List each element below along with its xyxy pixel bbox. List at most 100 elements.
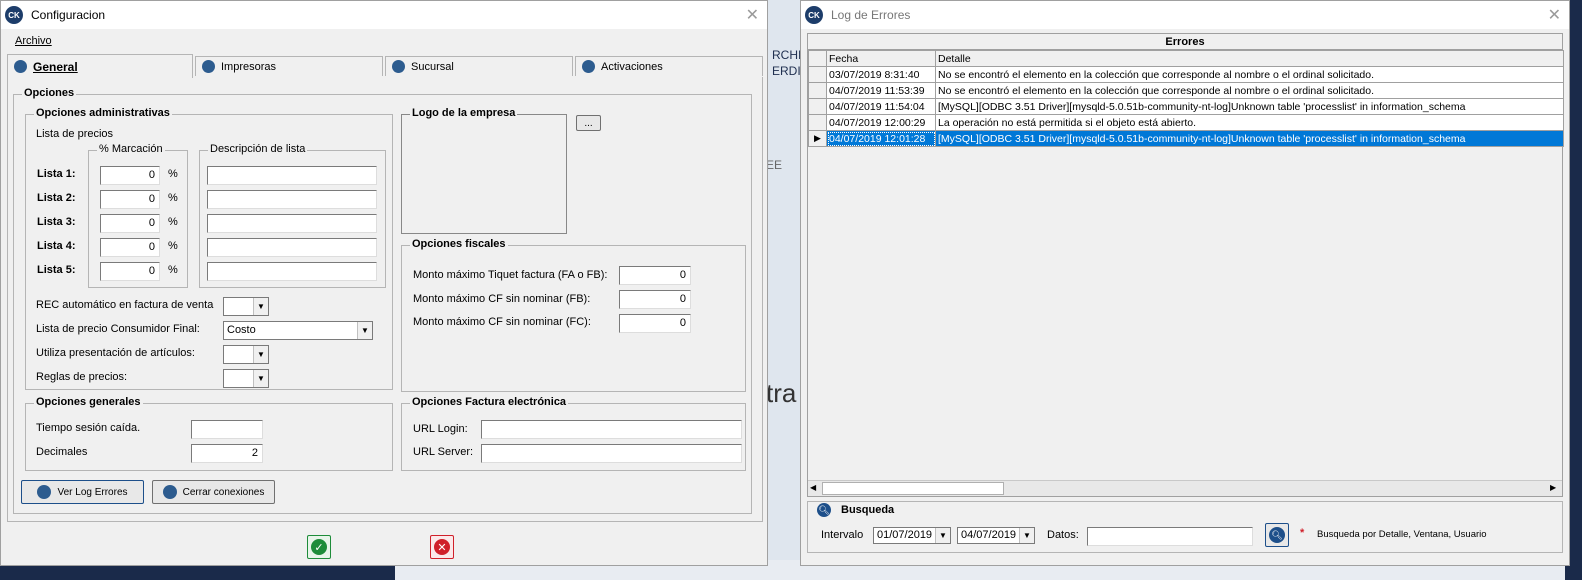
column-header-fecha[interactable]: Fecha xyxy=(826,50,936,67)
group-label: Opciones xyxy=(22,87,77,99)
tab-activaciones[interactable]: Activaciones xyxy=(575,56,763,76)
tab-label: General xyxy=(33,59,78,74)
cell-fecha: 04/07/2019 12:01:28 xyxy=(826,130,936,147)
url-login-input[interactable] xyxy=(481,420,742,439)
url-server-input[interactable] xyxy=(481,444,742,463)
app-icon: CK xyxy=(805,6,823,24)
cancel-button[interactable]: ✕ xyxy=(430,535,454,559)
log-window: CK Log de Errores ✕ Errores Fecha Detall… xyxy=(800,0,1570,566)
group-label: Opciones Factura electrónica xyxy=(410,396,569,408)
consumidor-select[interactable]: Costo ▼ xyxy=(223,321,373,340)
datos-input[interactable] xyxy=(1087,527,1253,546)
lista2-marcacion-input[interactable]: 0 xyxy=(100,190,160,209)
lista2-label: Lista 2: xyxy=(37,192,76,204)
cell-detalle: No se encontró el elemento en la colecci… xyxy=(935,66,1564,83)
rec-select[interactable]: ▼ xyxy=(223,297,269,316)
lista5-desc-input[interactable] xyxy=(207,262,377,281)
lista4-label: Lista 4: xyxy=(37,240,76,252)
pct-label: % xyxy=(168,216,178,228)
scrollbar-thumb[interactable] xyxy=(822,482,1004,495)
chevron-down-icon[interactable]: ▼ xyxy=(357,322,372,339)
tab-general[interactable]: General xyxy=(7,54,193,78)
lista1-label: Lista 1: xyxy=(37,168,76,180)
check-icon: ✓ xyxy=(311,539,327,555)
monto-fb-label: Monto máximo CF sin nominar (FB): xyxy=(413,293,591,305)
row-pointer-icon: ▶ xyxy=(808,130,827,147)
menu-archivo[interactable]: Archivo xyxy=(15,35,52,47)
lista3-label: Lista 3: xyxy=(37,216,76,228)
presentacion-label: Utiliza presentación de artículos: xyxy=(36,347,195,359)
table-row[interactable]: 03/07/2019 8:31:40 No se encontró el ele… xyxy=(808,66,1564,83)
branch-icon xyxy=(392,60,405,73)
reglas-select[interactable]: ▼ xyxy=(223,369,269,388)
tiempo-input[interactable] xyxy=(191,420,263,439)
row-indicator-header xyxy=(808,50,827,67)
table-header: Fecha Detalle xyxy=(808,50,1564,67)
row-indicator xyxy=(808,82,827,99)
search-button[interactable]: 🔍︎ xyxy=(1265,523,1289,547)
column-header-detalle[interactable]: Detalle xyxy=(935,50,1564,67)
button-label: Ver Log Errores xyxy=(57,486,128,498)
table-row[interactable]: 04/07/2019 12:00:29 La operación no está… xyxy=(808,114,1564,131)
window-title: Log de Errores xyxy=(831,8,911,22)
chevron-down-icon[interactable]: ▼ xyxy=(253,370,268,387)
url-login-label: URL Login: xyxy=(413,423,468,435)
checklist-icon xyxy=(582,60,595,73)
date-value: 04/07/2019 xyxy=(961,529,1017,541)
close-icon[interactable]: ✕ xyxy=(1548,5,1561,25)
chevron-down-icon[interactable]: ▼ xyxy=(253,346,268,363)
tab-sucursal[interactable]: Sucursal xyxy=(385,56,573,76)
button-label: Cerrar conexiones xyxy=(182,486,265,498)
ver-log-errores-button[interactable]: Ver Log Errores xyxy=(21,480,144,504)
tab-impresoras[interactable]: Impresoras xyxy=(195,56,383,76)
lista4-marcacion-input[interactable]: 0 xyxy=(100,238,160,257)
fecha-hasta-picker[interactable]: 04/07/2019 ▼ xyxy=(957,527,1035,544)
presentacion-select[interactable]: ▼ xyxy=(223,345,269,364)
monto-tiquet-input[interactable]: 0 xyxy=(619,266,691,285)
errors-table: Fecha Detalle 03/07/2019 8:31:40 No se e… xyxy=(808,50,1564,147)
table-row-selected[interactable]: ▶ 04/07/2019 12:01:28 [MySQL][ODBC 3.51 … xyxy=(808,130,1564,147)
group-label: Opciones generales xyxy=(34,396,143,408)
cell-fecha: 04/07/2019 12:00:29 xyxy=(826,114,936,131)
lista4-desc-input[interactable] xyxy=(207,238,377,257)
date-value: 01/07/2019 xyxy=(877,529,933,541)
scroll-left-icon[interactable]: ◀ xyxy=(810,483,816,492)
pct-label: % xyxy=(168,168,178,180)
cell-detalle: No se encontró el elemento en la colecci… xyxy=(935,82,1564,99)
busqueda-label: Busqueda xyxy=(841,504,895,516)
lista3-desc-input[interactable] xyxy=(207,214,377,233)
rec-label: REC automático en factura de venta xyxy=(36,299,214,311)
group-label: Descripción de lista xyxy=(208,143,308,155)
errors-grid: Errores Fecha Detalle 03/07/2019 8:31:40… xyxy=(807,33,1564,497)
lista2-desc-input[interactable] xyxy=(207,190,377,209)
cerrar-conexiones-button[interactable]: Cerrar conexiones xyxy=(152,480,275,504)
decimales-input[interactable]: 2 xyxy=(191,444,263,463)
scroll-right-icon[interactable]: ▶ xyxy=(1550,483,1556,492)
chevron-down-icon[interactable]: ▼ xyxy=(253,298,268,315)
browse-logo-button[interactable]: ... xyxy=(576,115,601,131)
group-label: Logo de la empresa xyxy=(410,107,518,119)
chevron-down-icon[interactable]: ▼ xyxy=(935,528,950,543)
table-row[interactable]: 04/07/2019 11:53:39 No se encontró el el… xyxy=(808,82,1564,99)
lista1-marcacion-input[interactable]: 0 xyxy=(100,166,160,185)
horizontal-scrollbar[interactable]: ◀ ▶ xyxy=(808,480,1562,496)
grid-title: Errores xyxy=(808,34,1562,50)
ok-button[interactable]: ✓ xyxy=(307,535,331,559)
reglas-label: Reglas de precios: xyxy=(36,371,128,383)
datos-label: Datos: xyxy=(1047,529,1079,541)
monto-fb-input[interactable]: 0 xyxy=(619,290,691,309)
bg-text: EE xyxy=(766,158,783,172)
lista3-marcacion-input[interactable]: 0 xyxy=(100,214,160,233)
cell-detalle: [MySQL][ODBC 3.51 Driver][mysqld-5.0.51b… xyxy=(935,98,1564,115)
lista1-desc-input[interactable] xyxy=(207,166,377,185)
monto-fc-input[interactable]: 0 xyxy=(619,314,691,333)
lista5-marcacion-input[interactable]: 0 xyxy=(100,262,160,281)
table-row[interactable]: 04/07/2019 11:54:04 [MySQL][ODBC 3.51 Dr… xyxy=(808,98,1564,115)
disconnect-icon xyxy=(162,485,177,499)
chevron-down-icon[interactable]: ▼ xyxy=(1019,528,1034,543)
busqueda-hint: Busqueda por Detalle, Ventana, Usuario xyxy=(1317,529,1487,540)
cell-detalle: La operación no está permitida si el obj… xyxy=(935,114,1564,131)
tab-label: Activaciones xyxy=(601,60,663,73)
close-icon[interactable]: ✕ xyxy=(746,5,759,25)
fecha-desde-picker[interactable]: 01/07/2019 ▼ xyxy=(873,527,951,544)
